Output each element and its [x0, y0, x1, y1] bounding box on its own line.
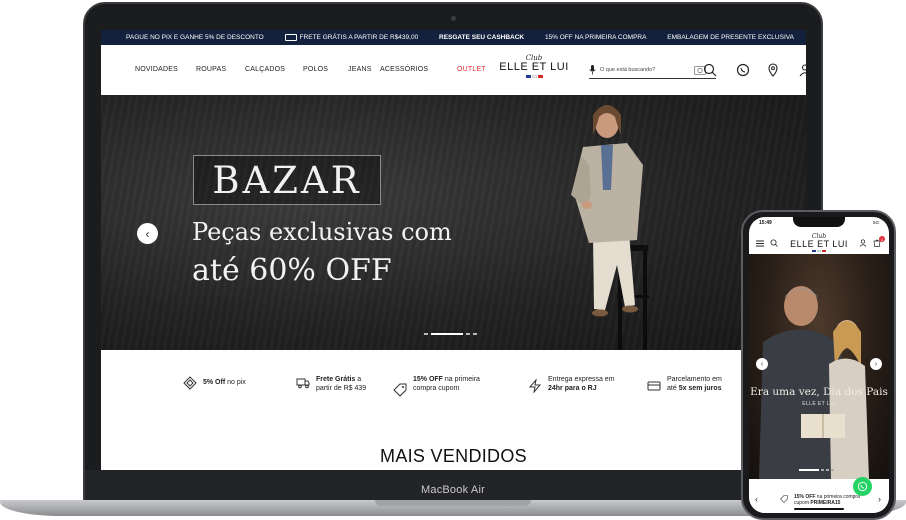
mobile-screen: 15:49 5G Club ELLE ET LUI 1 Era uma vez,… — [749, 217, 889, 513]
menu-icon[interactable] — [756, 240, 764, 247]
carousel-dot-active[interactable] — [799, 469, 819, 471]
benefit-shipping: Frete Grátis a partir de R$ 439 — [296, 375, 376, 393]
whatsapp-float-button[interactable] — [853, 477, 872, 496]
nav-item-polos[interactable]: POLOS — [303, 66, 328, 73]
mobile-brand-logo[interactable]: Club ELLE ET LUI — [787, 233, 851, 252]
hero-banner[interactable]: BAZAR Peças exclusivas com até 60% OFF ‹ — [101, 95, 806, 350]
whatsapp-icon[interactable] — [736, 63, 750, 77]
main-nav: NOVIDADES ROUPAS CALÇADOS POLOS JEANS AC… — [101, 45, 806, 95]
search-bar[interactable]: O que está buscando? — [589, 62, 716, 79]
chevron-right-icon[interactable]: › — [878, 494, 881, 504]
chevron-left-icon: ‹ — [145, 226, 150, 241]
mobile-hero-brand: ELLE ET LUI — [802, 401, 836, 407]
benefit-installments: Parcelamento em até 5x sem juros — [647, 375, 731, 393]
logo-name: ELLE ET LUI — [790, 239, 848, 249]
user-icon[interactable] — [798, 63, 806, 77]
hero-model-image — [571, 105, 649, 350]
search-icon[interactable] — [703, 63, 717, 77]
carousel-dot[interactable] — [821, 469, 824, 471]
carousel-dot[interactable] — [466, 333, 470, 335]
microphone-icon[interactable] — [589, 65, 596, 75]
truck-icon — [284, 34, 297, 41]
mobile-benefit-text: 15% OFF na primeira compra cupom PRIMEIR… — [794, 494, 860, 506]
mobile-hero-image — [759, 286, 869, 479]
nav-item-outlet[interactable]: OUTLET — [457, 66, 486, 73]
carousel-dot[interactable] — [473, 333, 477, 335]
search-icon[interactable] — [770, 239, 778, 247]
laptop-camera — [451, 16, 456, 21]
hero-badge: BAZAR — [193, 155, 381, 205]
french-flag-icon — [787, 250, 851, 252]
carousel-prev-button[interactable]: ‹ — [137, 223, 158, 244]
card-icon — [647, 381, 661, 391]
benefit-pix: 5% Off no pix — [183, 375, 246, 390]
user-icon[interactable] — [859, 239, 867, 247]
location-pin-icon[interactable] — [766, 63, 780, 77]
lightning-icon — [528, 379, 542, 393]
promo-pix[interactable]: PAGUE NO PIX E GANHE 5% DE DESCONTO — [126, 34, 264, 41]
tag-icon — [780, 495, 788, 503]
mobile-carousel-next-button[interactable]: › — [870, 358, 882, 370]
carousel-dot[interactable] — [424, 333, 428, 335]
logo-name: ELLE ET LUI — [499, 61, 569, 73]
chevron-left-icon: ‹ — [760, 360, 764, 368]
pix-icon — [183, 376, 197, 390]
promo-gift-wrap[interactable]: EMBALAGEM DE PRESENTE EXCLUSIVA — [667, 34, 794, 41]
benefit-express-delivery: Entrega expressa em 24hr para o RJ — [528, 375, 616, 393]
mobile-header: Club ELLE ET LUI 1 — [749, 231, 889, 253]
desktop-screen: PAGUE NO PIX E GANHE 5% DE DESCONTO FRET… — [101, 30, 806, 470]
phone-notch — [793, 217, 845, 227]
home-indicator — [794, 508, 844, 510]
mobile-hero-title: Era uma vez, Dia dos Pais — [750, 386, 888, 398]
chevron-left-icon[interactable]: ‹ — [755, 494, 758, 504]
promo-cashback[interactable]: RESGATE SEU CASHBACK — [439, 34, 524, 41]
mobile-time: 15:49 — [759, 220, 772, 226]
benefit-first-purchase: 15% OFF na primeira compra cupom PRIMEIR… — [393, 375, 489, 397]
brand-logo[interactable]: Club ELLE ET LUI — [496, 54, 572, 78]
french-flag-icon — [496, 75, 572, 78]
nav-item-novidades[interactable]: NOVIDADES — [135, 66, 178, 73]
carousel-dot-active[interactable] — [431, 333, 463, 335]
truck-icon — [296, 378, 310, 389]
carousel-dot[interactable] — [831, 469, 834, 471]
cart-badge: 1 — [879, 236, 885, 242]
benefits-bar: 5% Off no pix Frete Grátis a partir de R… — [101, 350, 806, 410]
nav-item-acessorios[interactable]: ACESSÓRIOS — [380, 66, 428, 73]
carousel-dot[interactable] — [826, 469, 829, 471]
laptop-hinge-notch — [375, 500, 531, 506]
hero-badge-text: BAZAR — [212, 158, 362, 202]
nav-item-jeans[interactable]: JEANS — [348, 66, 372, 73]
search-input[interactable]: O que está buscando? — [600, 67, 690, 73]
promo-bar: PAGUE NO PIX E GANHE 5% DE DESCONTO FRET… — [101, 30, 806, 45]
chevron-right-icon: › — [874, 360, 878, 368]
mobile-carousel-prev-button[interactable]: ‹ — [756, 358, 768, 370]
promo-shipping[interactable]: FRETE GRÁTIS A PARTIR DE R$439,00 — [284, 34, 418, 41]
nav-item-calcados[interactable]: CALÇADOS — [245, 66, 285, 73]
whatsapp-icon — [857, 481, 868, 492]
tag-icon — [393, 383, 407, 397]
promo-first-purchase[interactable]: 15% OFF NA PRIMEIRA COMPRA — [545, 34, 647, 41]
mobile-hero-banner[interactable]: Era uma vez, Dia dos Pais ELLE ET LUI ‹ … — [749, 254, 889, 479]
hero-headline: Peças exclusivas com — [192, 218, 452, 246]
hero-discount: até 60% OFF — [192, 253, 392, 288]
carousel-dots — [424, 333, 477, 335]
section-title-best-sellers: MAIS VENDIDOS — [380, 446, 527, 466]
mobile-status: 5G — [872, 220, 879, 225]
nav-item-roupas[interactable]: ROUPAS — [196, 66, 226, 73]
mobile-carousel-dots — [799, 469, 834, 471]
